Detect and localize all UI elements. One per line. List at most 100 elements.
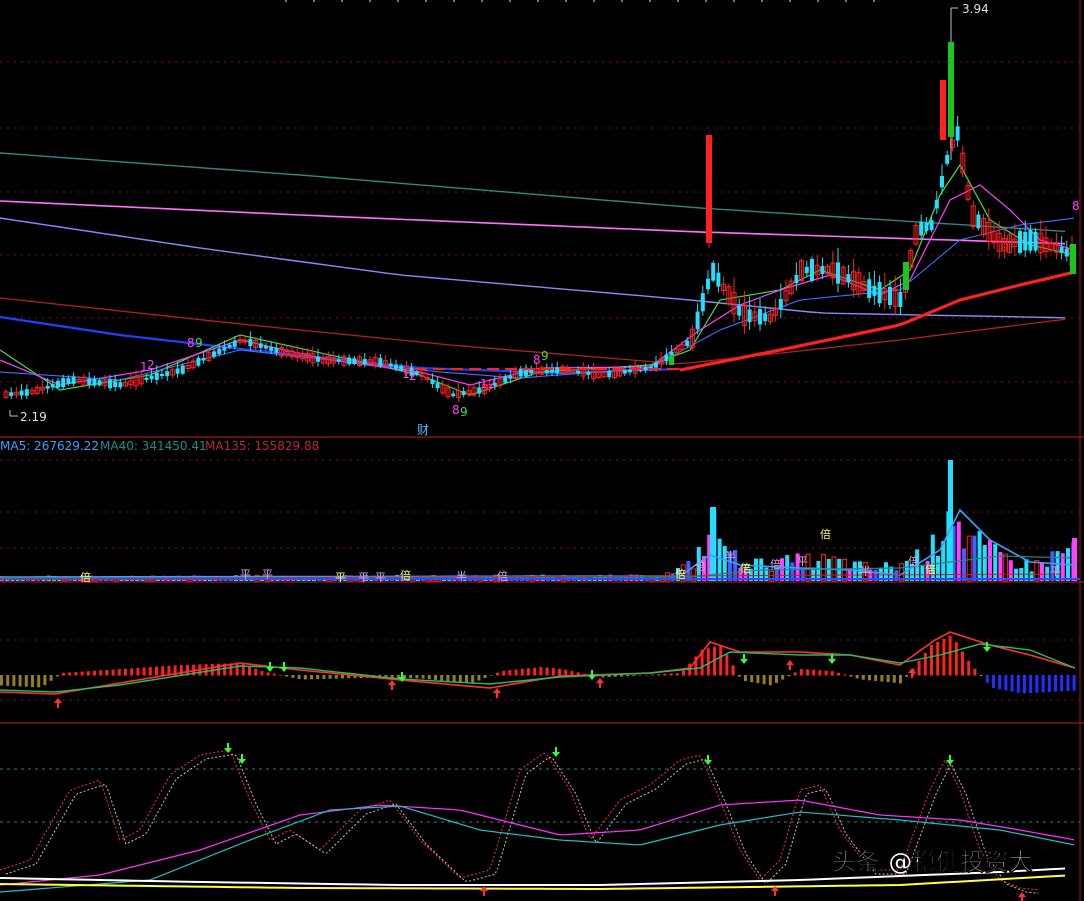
macd-bar (514, 669, 518, 676)
candle-body-down (336, 359, 341, 362)
macd-bar (930, 645, 933, 676)
finance-marker[interactable]: 财 (417, 423, 429, 437)
macd-bar (334, 675, 338, 679)
candle-body-down (934, 199, 939, 209)
candle-body-down (737, 305, 742, 316)
top-dot (565, 0, 567, 2)
candle-body-down (378, 358, 383, 366)
macd-bar (1072, 675, 1076, 691)
candle-body-down (175, 368, 180, 374)
candle-body-down (955, 126, 960, 141)
top-dot (341, 0, 343, 2)
candle-green (903, 262, 909, 290)
candle-body-down (804, 266, 809, 274)
candle-body-down (222, 346, 227, 351)
macd-bar (775, 675, 778, 683)
top-dot (789, 0, 791, 2)
candle-body-down (919, 221, 924, 236)
macd-bar (539, 667, 543, 676)
candle-body-down (924, 222, 929, 232)
volume-bar-peak (948, 460, 953, 581)
volume-tag: 平 (797, 555, 808, 568)
macd-bar (489, 675, 493, 676)
candle-body-down (664, 354, 669, 362)
macd-bar (465, 675, 468, 683)
macd-bar (855, 675, 859, 679)
macd-bar (998, 675, 1002, 690)
candle-body-down (643, 367, 648, 371)
macd-bar (905, 675, 909, 677)
macd-bar (502, 670, 506, 676)
volume-tag: 倍 (908, 554, 919, 568)
top-dot (369, 0, 371, 2)
candle-body-down (503, 376, 508, 383)
candle-body-down (160, 373, 164, 377)
volume-tag: 倍 (740, 561, 751, 575)
candle-body-down (217, 348, 222, 355)
candle-body-down (435, 382, 440, 389)
macd-bar (725, 654, 729, 676)
top-dot (621, 0, 623, 2)
volume-bar (956, 521, 961, 581)
volume-tag: 平 (240, 568, 251, 581)
macd-bar (452, 675, 456, 682)
macd-bar (967, 660, 971, 676)
macd-bar (744, 675, 747, 682)
top-dot (453, 0, 455, 2)
candle-body-down (118, 382, 123, 388)
macd-bar (285, 675, 289, 677)
macd-bar (954, 642, 958, 676)
volume-tag: 倍 (820, 527, 831, 541)
count-mark: 8 (452, 403, 460, 417)
volume-bar (962, 548, 966, 581)
macd-bar (62, 672, 65, 676)
macd-bar (985, 675, 989, 683)
volume-tag: 平 (335, 571, 346, 584)
macd-bar (719, 645, 723, 676)
macd-bar (620, 675, 623, 677)
candle-body-down (24, 389, 29, 396)
macd-bar (868, 675, 871, 681)
macd-bar (651, 674, 654, 676)
macd-bar (291, 675, 295, 678)
volume-tag: 平 (358, 571, 369, 584)
top-dot (873, 0, 875, 2)
count-mark: 2 (488, 377, 496, 391)
volume-bar (982, 544, 987, 581)
macd-bar (1060, 675, 1064, 692)
candle-body-down (362, 359, 367, 364)
macd-bar (471, 675, 475, 684)
candle-body-down (706, 278, 710, 290)
top-dot (397, 0, 399, 2)
macd-bar (731, 665, 735, 676)
macd-bar (923, 652, 927, 676)
count-mark: 9 (195, 336, 203, 350)
candle-body-down (45, 385, 50, 389)
volume-bar-last (1072, 538, 1077, 581)
candle-body-down (248, 338, 253, 347)
legend-ma5: MA5: 267629.22 (0, 439, 99, 453)
top-dot (677, 0, 679, 2)
macd-bar (787, 675, 791, 677)
macd-bar (849, 675, 853, 677)
count-mark: 2 (409, 369, 417, 383)
macd-bar (917, 660, 921, 676)
macd-bar (1023, 675, 1026, 694)
candle-body-down (763, 313, 768, 322)
macd-bar (892, 675, 896, 683)
candle-body-down (50, 384, 55, 388)
top-dot (481, 0, 483, 2)
candle-body-down (1028, 229, 1033, 251)
volume-bar (1024, 559, 1029, 581)
candle-body-down (92, 378, 97, 386)
macd-bar (427, 675, 431, 680)
macd-bar (936, 641, 940, 676)
candle-body-down (232, 340, 237, 347)
macd-bar (781, 675, 785, 680)
macd-bar (235, 663, 239, 676)
macd-bar (682, 670, 685, 676)
candle-body-down (165, 371, 170, 377)
candle-body-down (586, 371, 591, 375)
candle-body-down (316, 356, 320, 362)
macd-bar (279, 674, 282, 676)
